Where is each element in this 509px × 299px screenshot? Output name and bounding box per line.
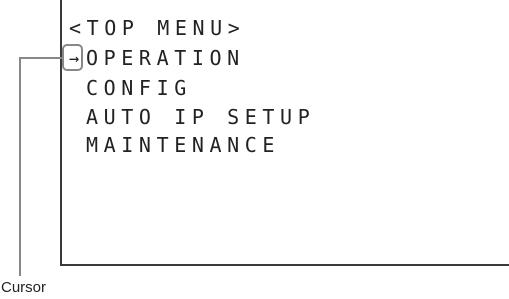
cursor-callout-line: [19, 57, 62, 276]
cursor-caption: Cursor: [1, 279, 47, 296]
